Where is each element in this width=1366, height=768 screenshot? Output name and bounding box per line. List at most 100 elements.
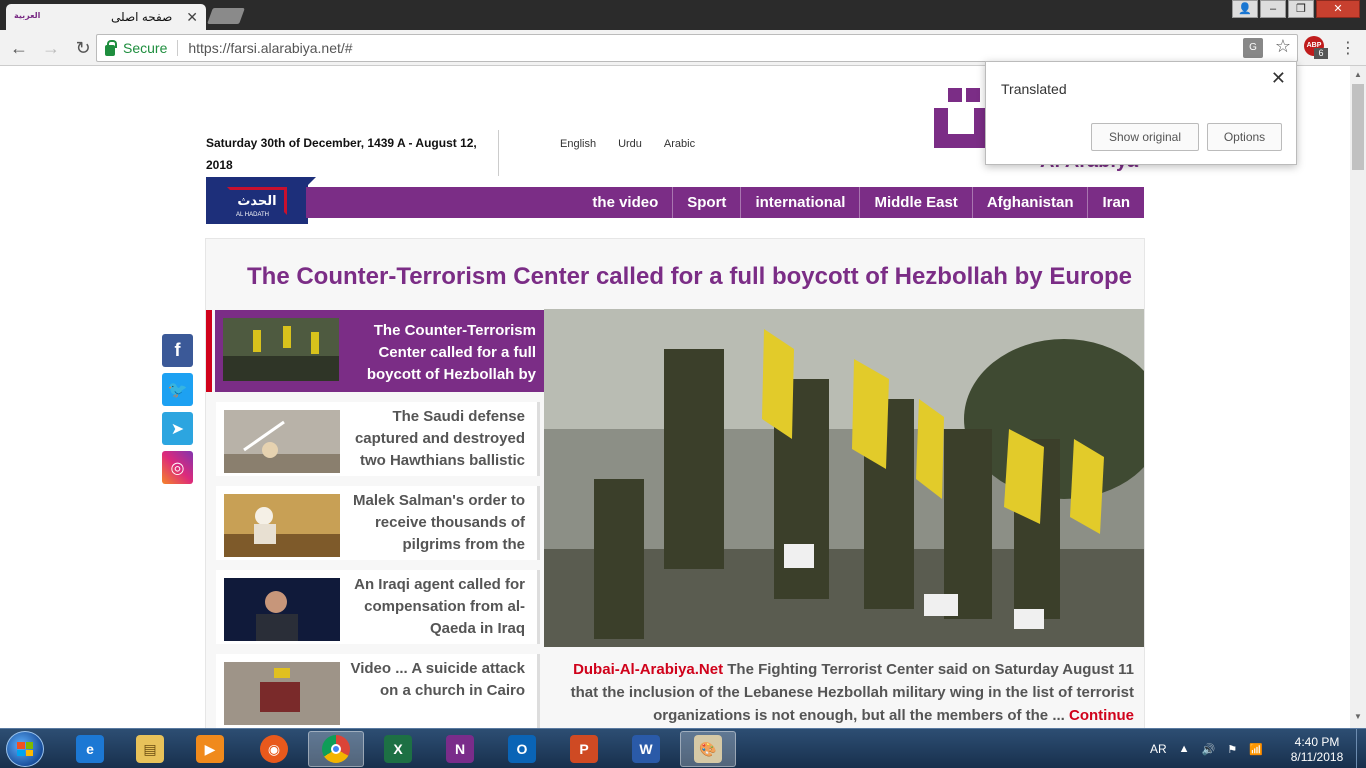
adblock-badge: 6: [1314, 48, 1328, 59]
tray-expand-icon[interactable]: ▲: [1179, 743, 1190, 755]
bookmark-star-icon[interactable]: ☆: [1275, 36, 1291, 57]
taskbar-powerpoint-icon[interactable]: P: [556, 731, 612, 767]
taskbar-ie-icon[interactable]: e: [62, 731, 118, 767]
story-title: Video ... A suicide attack on a church i…: [350, 660, 525, 699]
windows-taskbar: e ▤ ▶ ◉ X N O P W 🎨 AR ▲ 🔊 ⚑ 📶 4:40 PM 8…: [0, 728, 1366, 768]
back-button[interactable]: ←: [6, 35, 32, 61]
start-button[interactable]: [6, 731, 44, 767]
alhadath-label: الحدث: [237, 192, 277, 208]
story-thumbnail: [224, 578, 340, 641]
translate-popup-title: Translated: [1001, 81, 1067, 97]
taskbar-explorer-icon[interactable]: ▤: [122, 731, 178, 767]
url-host: farsi.alarabiya.net: [230, 40, 341, 56]
scroll-up-icon[interactable]: ▲: [1354, 70, 1362, 79]
alhadath-sublabel: AL HADATH: [236, 211, 270, 218]
system-tray: AR ▲ 🔊 ⚑ 📶: [1150, 729, 1263, 768]
list-item[interactable]: An Iraqi agent called for compensation f…: [216, 570, 540, 644]
translate-options-button[interactable]: Options: [1207, 123, 1282, 151]
alhadath-logo-mark: الحدث AL HADATH: [227, 186, 287, 218]
profile-icon[interactable]: 👤: [1232, 0, 1258, 18]
lang-link-urdu[interactable]: Urdu: [618, 138, 642, 150]
web-page: Saturday 30th of December, 1439 A - Augu…: [0, 66, 1350, 728]
windows-logo-icon: [17, 742, 33, 756]
caption-source-link[interactable]: Dubai-Al-Arabiya.Net: [573, 661, 723, 678]
nav-item-middle-east[interactable]: Middle East: [859, 187, 971, 218]
continue-link[interactable]: Continue: [1069, 707, 1134, 724]
twitter-icon[interactable]: 🐦: [162, 373, 193, 406]
nav-item-afghanistan[interactable]: Afghanistan: [971, 187, 1088, 218]
alhadath-corner: [306, 177, 316, 187]
lang-link-arabic[interactable]: Arabic: [664, 138, 695, 150]
story-title: The Saudi defense captured and destroyed…: [354, 408, 525, 469]
instagram-icon[interactable]: ◎: [162, 451, 193, 484]
browser-titlebar: العربية صفحه اصلی ✕ 👤 – ❐ ✕: [0, 0, 1366, 30]
story-title: The Counter-Terrorism Center called for …: [366, 322, 536, 383]
nav-item-international[interactable]: international: [740, 187, 859, 218]
alarabiya-logo-icon[interactable]: [930, 88, 990, 154]
translate-popup: Translated ✕ Show original Options: [985, 61, 1297, 165]
taskbar-paint-icon[interactable]: 🎨: [680, 731, 736, 767]
maximize-button[interactable]: ❐: [1288, 0, 1314, 18]
clock-time: 4:40 PM: [1294, 735, 1340, 749]
alhadath-logo[interactable]: الحدث AL HADATH: [206, 177, 308, 224]
url-path: /#: [340, 40, 353, 56]
tab-active[interactable]: العربية صفحه اصلی ✕: [6, 4, 206, 30]
hero-caption: Dubai-Al-Arabiya.Net The Fighting Terror…: [552, 658, 1134, 727]
volume-icon[interactable]: 🔊: [1202, 743, 1216, 756]
list-item[interactable]: The Saudi defense captured and destroyed…: [216, 402, 540, 476]
story-title: Malek Salman's order to receive thousand…: [353, 492, 525, 553]
tab-close-icon[interactable]: ✕: [186, 9, 198, 26]
hero-image[interactable]: [544, 309, 1144, 647]
list-item[interactable]: Video ... A suicide attack on a church i…: [216, 654, 540, 728]
story-thumbnail: [224, 662, 340, 725]
story-thumbnail: [223, 318, 339, 381]
tab-favicon: العربية: [14, 11, 41, 20]
taskbar-media-player-icon[interactable]: ▶: [182, 731, 238, 767]
main-headline[interactable]: The Counter-Terrorism Center called for …: [247, 263, 1132, 291]
taskbar-chrome-icon[interactable]: [308, 731, 364, 767]
taskbar-word-icon[interactable]: W: [618, 731, 674, 767]
nav-item-video[interactable]: the video: [578, 187, 672, 218]
telegram-icon[interactable]: ➤: [162, 412, 193, 445]
omnibox-divider: [177, 40, 179, 56]
show-desktop-button[interactable]: [1356, 729, 1366, 768]
story-thumbnail: [224, 494, 340, 557]
lock-icon: [105, 39, 117, 56]
header-divider: [498, 130, 499, 176]
reload-button[interactable]: ↻: [70, 35, 96, 61]
clock-date: 8/11/2018: [1290, 750, 1344, 764]
main-navigation: the video Sport international Middle Eas…: [306, 187, 1144, 218]
tab-title: صفحه اصلی: [110, 10, 173, 24]
minimize-button[interactable]: –: [1260, 0, 1286, 18]
input-language-indicator[interactable]: AR: [1150, 742, 1167, 756]
scroll-down-icon[interactable]: ▼: [1354, 712, 1362, 721]
translate-icon[interactable]: G: [1243, 38, 1263, 58]
lang-link-english[interactable]: English: [560, 138, 596, 150]
window-controls: 👤 – ❐ ✕: [1232, 0, 1360, 18]
taskbar-onenote-icon[interactable]: N: [432, 731, 488, 767]
forward-button[interactable]: →: [38, 35, 64, 61]
taskbar-clock[interactable]: 4:40 PM 8/11/2018: [1286, 735, 1348, 765]
taskbar-firefox-icon[interactable]: ◉: [246, 731, 302, 767]
new-tab-button[interactable]: [207, 8, 245, 24]
show-original-button[interactable]: Show original: [1091, 123, 1199, 151]
story-thumbnail: [224, 410, 340, 473]
scrollbar-thumb[interactable]: [1352, 84, 1364, 170]
secure-label: Secure: [123, 40, 168, 56]
active-story-marker: [206, 310, 212, 392]
list-item[interactable]: Malek Salman's order to receive thousand…: [216, 486, 540, 560]
facebook-icon[interactable]: f: [162, 334, 193, 367]
taskbar-excel-icon[interactable]: X: [370, 731, 426, 767]
close-icon[interactable]: ✕: [1271, 68, 1286, 89]
browser-menu-icon[interactable]: ⋮: [1340, 38, 1356, 58]
list-item[interactable]: The Counter-Terrorism Center called for …: [215, 310, 548, 392]
taskbar-outlook-icon[interactable]: O: [494, 731, 550, 767]
nav-item-sport[interactable]: Sport: [672, 187, 740, 218]
close-window-button[interactable]: ✕: [1316, 0, 1360, 18]
nav-item-iran[interactable]: Iran: [1087, 187, 1144, 218]
social-share-bar: f 🐦 ➤ ◎: [162, 334, 193, 490]
network-icon[interactable]: 📶: [1249, 743, 1263, 756]
address-bar[interactable]: Secure https://farsi.alarabiya.net/# G ☆: [96, 34, 1298, 62]
action-center-icon[interactable]: ⚑: [1227, 743, 1237, 756]
story-title: An Iraqi agent called for compensation f…: [354, 576, 525, 637]
